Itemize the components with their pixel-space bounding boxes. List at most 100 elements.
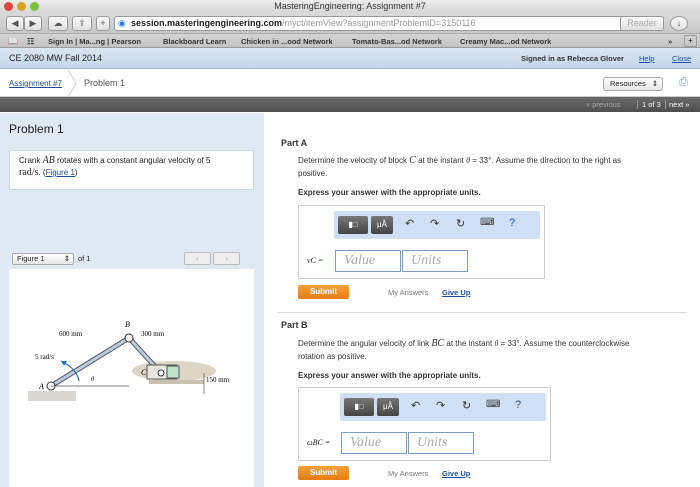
vc-units-input[interactable]: Units bbox=[402, 250, 468, 272]
part-b-question: Determine the angular velocity of link B… bbox=[298, 338, 630, 361]
part-a-instruction: Express your answer with the appropriate… bbox=[298, 188, 481, 197]
more-bookmarks-icon[interactable]: » bbox=[668, 37, 672, 46]
redo-icon[interactable]: ↷ bbox=[436, 399, 445, 412]
course-title: CE 2080 MW Fall 2014 bbox=[9, 53, 103, 63]
part-a-title: Part A bbox=[281, 138, 308, 148]
label-c: C bbox=[141, 368, 147, 377]
print-icon[interactable]: ⎙ bbox=[679, 76, 688, 89]
bookmark-item[interactable]: Tomato-Bas...od Network bbox=[352, 37, 442, 46]
part-a-question: Determine the velocity of block C at the… bbox=[298, 155, 622, 178]
omega-bc-value-input[interactable]: Value bbox=[341, 432, 407, 454]
pager-position: 1 of 3 bbox=[637, 100, 666, 109]
statement-text: rotates with a constant angular velocity… bbox=[54, 156, 211, 165]
book-icon[interactable]: 📖 bbox=[8, 37, 18, 46]
part-b-submit-button[interactable]: Submit bbox=[298, 466, 349, 480]
reader-button[interactable]: Reader bbox=[620, 16, 664, 31]
statement-text: Crank bbox=[19, 156, 43, 165]
ground-a bbox=[28, 391, 76, 401]
signed-in-text: Signed in as Rebecca Glover bbox=[521, 54, 624, 63]
omega-bc-label: ωBC = bbox=[307, 438, 331, 447]
undo-icon[interactable]: ↶ bbox=[411, 399, 420, 412]
browser-toolbar: ◀ ▶ ☁ ⇪ + ◉ session.masteringengineering… bbox=[0, 13, 700, 34]
templates-button[interactable]: ▮□ bbox=[344, 398, 374, 416]
vc-value-input[interactable]: Value bbox=[335, 250, 401, 272]
figure-link[interactable]: Figure 1 bbox=[46, 168, 75, 177]
address-bar[interactable]: ◉ session.masteringengineering.com/myct/… bbox=[114, 16, 664, 31]
keyboard-icon[interactable]: ⌨ bbox=[486, 399, 500, 410]
breadcrumb: Assignment #7 Problem 1 Resources ⇕ ⎙ bbox=[0, 70, 700, 97]
bookmark-item[interactable]: Sign In | Ma...ng | Pearson bbox=[48, 37, 141, 46]
resources-dropdown[interactable]: Resources ⇕ bbox=[603, 77, 663, 91]
bookmark-item[interactable]: Creamy Mac...od Network bbox=[460, 37, 551, 46]
assignment-link[interactable]: Assignment #7 bbox=[9, 79, 62, 88]
bookmarks-bar: 📖 ☷ Sign In | Ma...ng | Pearson Blackboa… bbox=[0, 34, 700, 48]
omega-bc-units-input[interactable]: Units bbox=[408, 432, 474, 454]
help-icon[interactable]: ? bbox=[515, 399, 521, 411]
parts-panel: Part A Determine the velocity of block C… bbox=[264, 113, 700, 487]
part-a-my-answers-link[interactable]: My Answers bbox=[388, 288, 428, 297]
url-path: /myct/itemView?assignmentProblemID=31501… bbox=[282, 18, 476, 28]
course-header: CE 2080 MW Fall 2014 Signed in as Rebecc… bbox=[0, 48, 700, 69]
dim-150-label: 150 mm bbox=[206, 376, 230, 384]
mechanism-figure: 150 mm B A C 600 mm 300 mm 5 rad/s θ bbox=[28, 320, 230, 401]
close-link[interactable]: Close bbox=[672, 54, 691, 63]
download-icon[interactable]: ↓ bbox=[670, 16, 688, 31]
problem-statement: Crank AB rotates with a constant angular… bbox=[9, 150, 254, 190]
undo-icon[interactable]: ↶ bbox=[405, 217, 414, 230]
cloud-icon[interactable]: ☁ bbox=[48, 16, 68, 31]
reset-icon[interactable]: ↻ bbox=[456, 217, 465, 230]
resources-label: Resources bbox=[610, 79, 646, 88]
statement-units: rad/s bbox=[19, 167, 39, 178]
reset-icon[interactable]: ↻ bbox=[462, 399, 471, 412]
grid-icon[interactable]: ☷ bbox=[27, 37, 34, 46]
omega-label: 5 rad/s bbox=[35, 353, 54, 361]
label-b: B bbox=[125, 320, 130, 329]
chevron-down-icon: ⇕ bbox=[63, 254, 70, 263]
figure-select-label: Figure 1 bbox=[17, 254, 45, 263]
previous-link[interactable]: « previous bbox=[586, 100, 621, 109]
figure-select[interactable]: Figure 1 ⇕ bbox=[12, 253, 74, 265]
dim-300-label: 300 mm bbox=[141, 330, 165, 338]
math-toolbar: ▮□ μÅ ↶ ↷ ↻ ⌨ ? bbox=[334, 211, 540, 239]
part-divider bbox=[277, 312, 687, 313]
zoom-window-button[interactable] bbox=[30, 2, 39, 11]
figure-next-button[interactable]: › bbox=[213, 252, 240, 265]
close-window-button[interactable] bbox=[4, 2, 13, 11]
label-a: A bbox=[38, 382, 44, 391]
help-icon[interactable]: ? bbox=[509, 217, 515, 229]
problem-panel: Problem 1 Crank AB rotates with a consta… bbox=[0, 113, 264, 487]
back-button[interactable]: ◀ bbox=[6, 16, 24, 31]
units-button[interactable]: μÅ bbox=[371, 216, 393, 234]
url-host: session.masteringengineering.com bbox=[131, 18, 283, 28]
bookmark-item[interactable]: Chicken in ...ood Network bbox=[241, 37, 333, 46]
minimize-window-button[interactable] bbox=[17, 2, 26, 11]
forward-button[interactable]: ▶ bbox=[24, 16, 42, 31]
problem-title: Problem 1 bbox=[9, 122, 64, 136]
window-title: MasteringEngineering: Assignment #7 bbox=[274, 1, 426, 11]
new-tab-button[interactable]: + bbox=[96, 16, 110, 31]
next-link[interactable]: next » bbox=[669, 100, 689, 109]
add-bookmark-button[interactable]: + bbox=[684, 35, 697, 47]
redo-icon[interactable]: ↷ bbox=[430, 217, 439, 230]
figure-prev-button[interactable]: ‹ bbox=[184, 252, 211, 265]
chevron-down-icon: ⇕ bbox=[651, 79, 658, 88]
bookmark-item[interactable]: Blackboard Learn bbox=[163, 37, 226, 46]
theta-label: θ bbox=[91, 377, 94, 383]
statement-var: AB bbox=[42, 155, 55, 166]
pager-bar: « previous 1 of 3 next » bbox=[0, 97, 700, 112]
templates-button[interactable]: ▮□ bbox=[338, 216, 368, 234]
units-button[interactable]: μÅ bbox=[377, 398, 399, 416]
part-b-title: Part B bbox=[281, 320, 308, 330]
breadcrumb-current: Problem 1 bbox=[84, 78, 126, 88]
keyboard-icon[interactable]: ⌨ bbox=[480, 217, 494, 228]
share-icon[interactable]: ⇪ bbox=[72, 16, 92, 31]
breadcrumb-separator bbox=[67, 70, 77, 97]
part-a-submit-button[interactable]: Submit bbox=[298, 285, 349, 299]
math-toolbar: ▮□ μÅ ↶ ↷ ↻ ⌨ ? bbox=[340, 393, 546, 421]
vc-label: vC = bbox=[307, 256, 324, 265]
part-a-give-up-link[interactable]: Give Up bbox=[442, 288, 470, 297]
help-link[interactable]: Help bbox=[639, 54, 654, 63]
part-b-my-answers-link[interactable]: My Answers bbox=[388, 469, 428, 478]
part-b-give-up-link[interactable]: Give Up bbox=[442, 469, 470, 478]
part-a-answer-box: ▮□ μÅ ↶ ↷ ↻ ⌨ ? vC = Value Units bbox=[298, 205, 545, 279]
